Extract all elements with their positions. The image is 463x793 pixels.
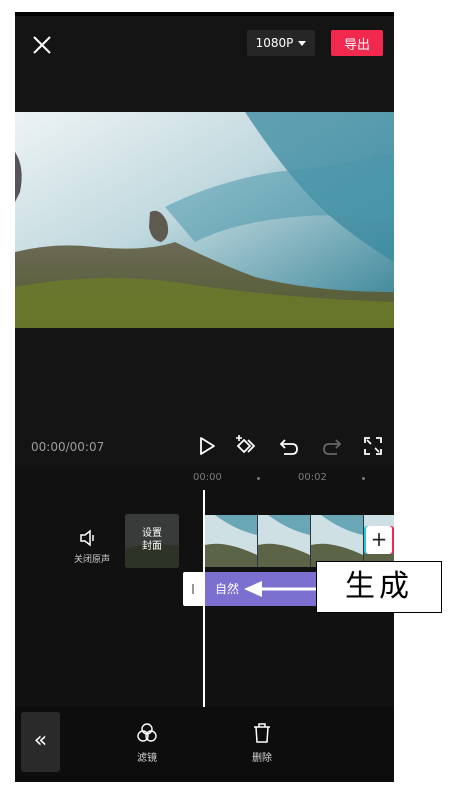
fullscreen-icon[interactable]: [361, 434, 385, 458]
set-cover-button[interactable]: 设置 封面: [125, 514, 179, 568]
app-screen: 1080P 导出 00:00/00:07 00:00 00:02 关闭原声 设置…: [15, 12, 394, 782]
time-display: 00:00/00:07: [31, 440, 105, 454]
play-icon[interactable]: [195, 434, 219, 458]
export-button[interactable]: 导出: [331, 30, 383, 56]
annotation-arrow-icon: [244, 581, 318, 597]
playhead[interactable]: [203, 490, 205, 708]
close-icon[interactable]: [31, 34, 53, 56]
ruler-tick: [257, 477, 260, 480]
video-preview[interactable]: [15, 112, 394, 328]
resolution-dropdown[interactable]: 1080P: [247, 30, 315, 56]
ruler-tick: [362, 477, 365, 480]
resolution-label: 1080P: [255, 36, 294, 50]
filter-tool-label[interactable]: 滤镜: [127, 749, 167, 764]
annotation-label: 生成: [316, 561, 442, 613]
collapse-button[interactable]: «: [21, 712, 60, 772]
mute-label[interactable]: 关闭原声: [67, 552, 117, 565]
bottom-toolbar: [15, 707, 394, 782]
filter-name: 自然: [215, 582, 240, 596]
ruler-time: 00:00: [193, 472, 222, 483]
undo-icon[interactable]: [277, 434, 301, 458]
cover-label-line2: 封面: [142, 541, 162, 552]
caret-down-icon: [298, 40, 307, 46]
ruler-time: 00:02: [298, 472, 327, 483]
cover-label-line1: 设置: [142, 528, 162, 539]
keyframe-icon[interactable]: [234, 434, 258, 458]
delete-tool-label[interactable]: 删除: [242, 749, 282, 764]
status-strip: [15, 12, 394, 16]
filter-trim-handle[interactable]: [183, 572, 203, 606]
redo-icon[interactable]: [320, 434, 344, 458]
add-clip-button[interactable]: +: [366, 526, 392, 554]
filter-icon[interactable]: [136, 722, 158, 744]
speaker-icon[interactable]: [79, 529, 99, 547]
trash-icon[interactable]: [251, 722, 273, 744]
